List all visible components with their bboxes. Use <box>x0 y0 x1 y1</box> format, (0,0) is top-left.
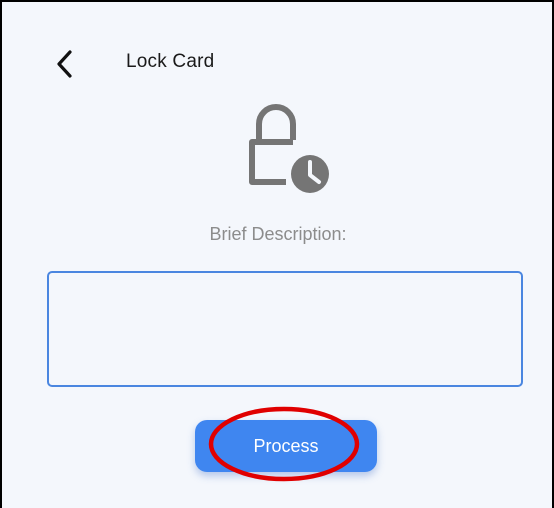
process-button[interactable]: Process <box>195 420 377 472</box>
description-input[interactable] <box>47 271 523 387</box>
screen: Lock Card Brief Description: Process <box>0 0 554 508</box>
back-button[interactable] <box>46 46 82 82</box>
lock-clock-icon <box>249 104 329 193</box>
chevron-left-icon <box>57 50 72 78</box>
description-label: Brief Description: <box>209 224 347 244</box>
page-title: Lock Card <box>126 51 215 72</box>
